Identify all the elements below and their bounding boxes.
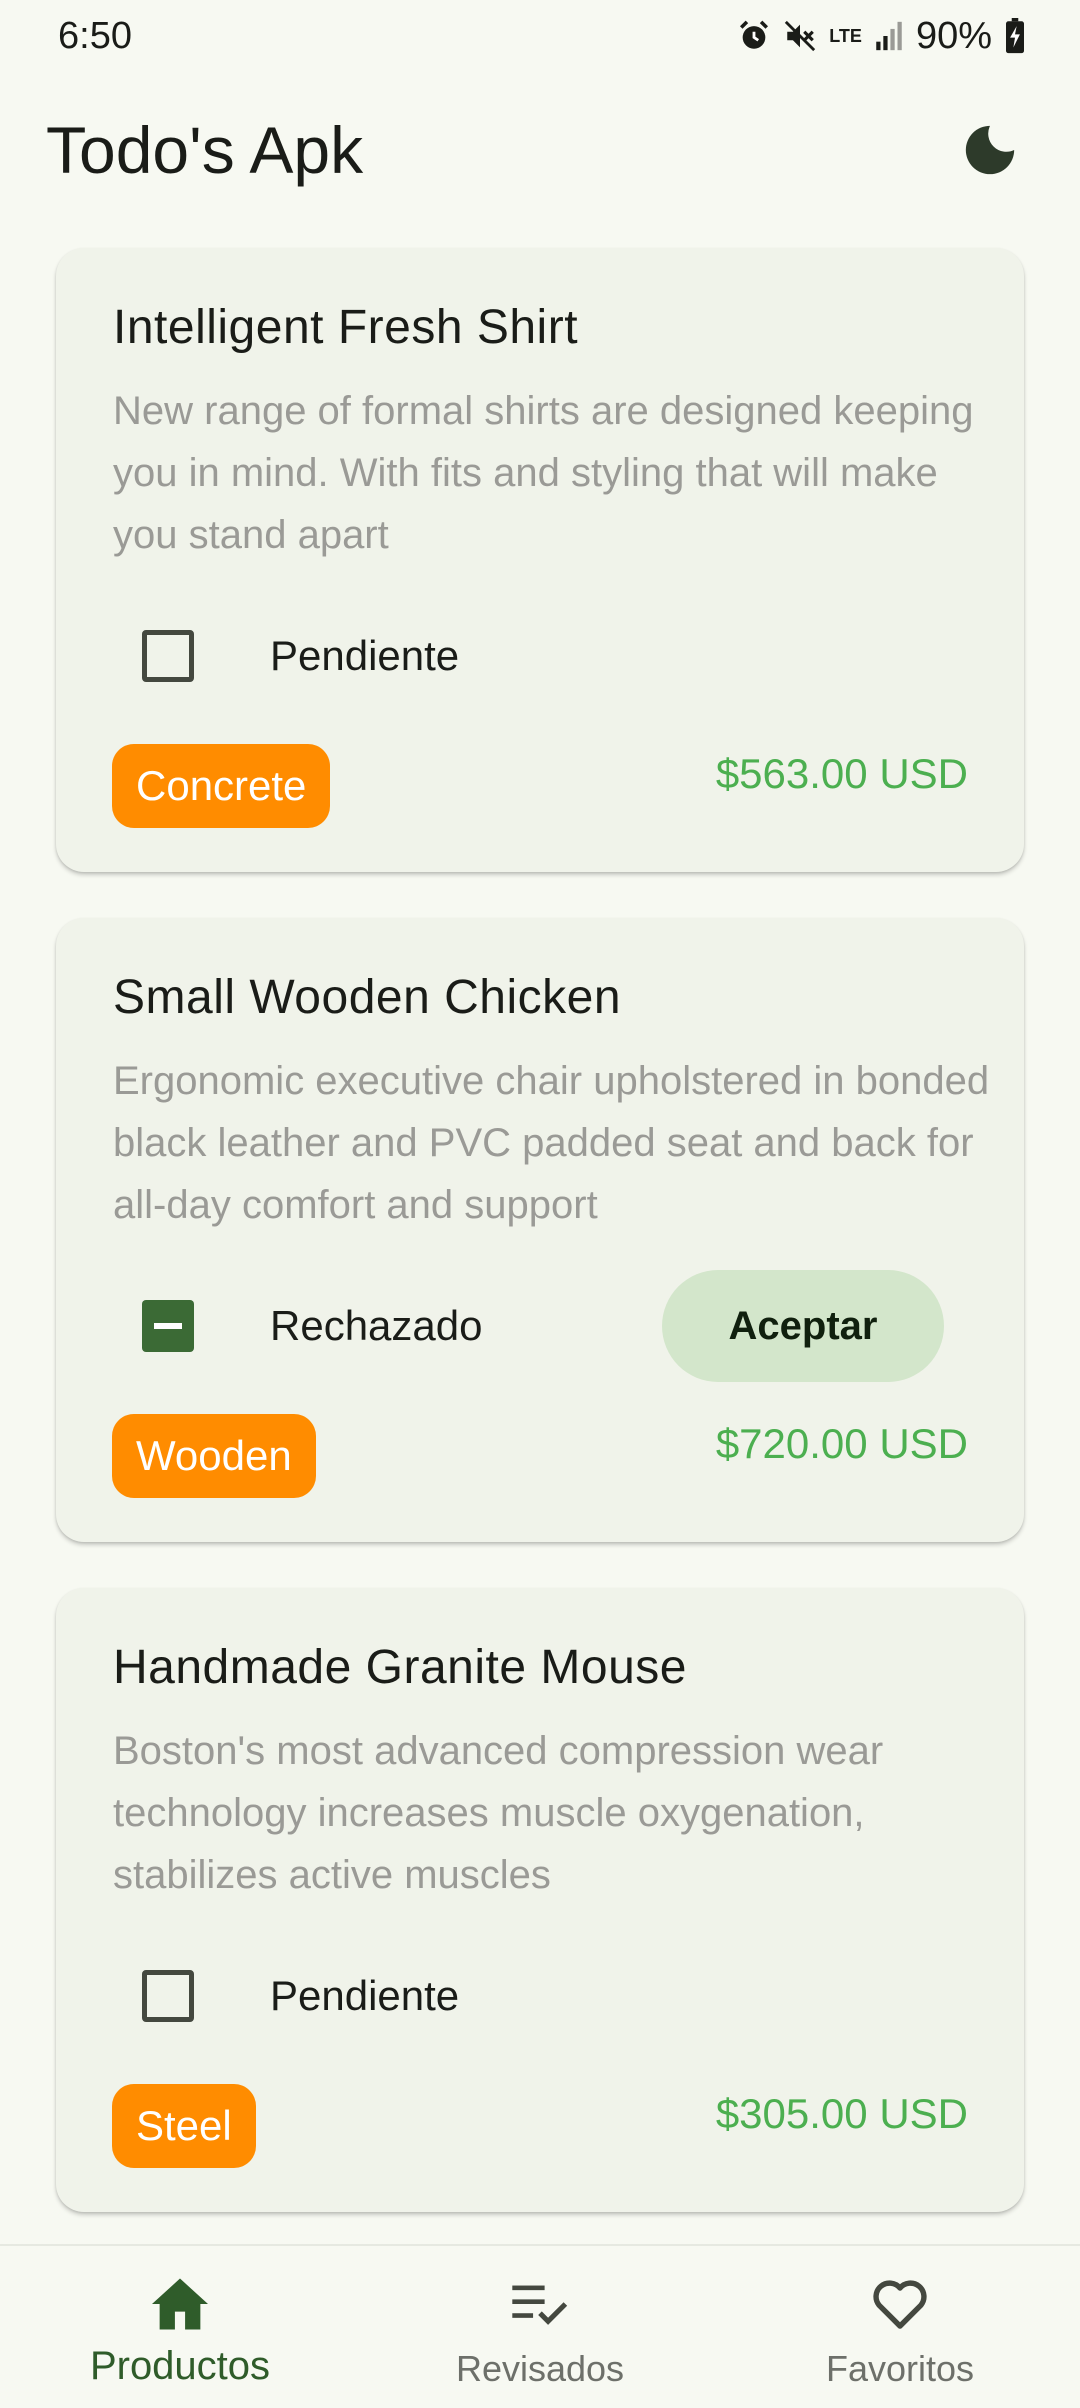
alarm-icon [737,16,771,56]
status-label: Pendiente [270,632,460,679]
material-chip: Steel [112,2084,256,2168]
status-checkbox[interactable] [142,1970,194,2022]
nav-label: Favoritos [825,2348,975,2389]
product-price: $720.00 USD [715,1420,968,1467]
bottom-navigation: Productos Revisados Favoritos [0,2244,1080,2408]
product-price: $305.00 USD [715,2090,968,2137]
mute-icon [783,16,817,56]
heart-icon [868,2272,932,2336]
app-title: Todo's Apk [46,113,364,187]
status-checkbox[interactable] [142,630,194,682]
accept-button[interactable]: Aceptar [662,1270,944,1382]
theme-toggle-button[interactable] [946,106,1034,194]
status-time: 6:50 [58,14,132,57]
product-description: Boston's most advanced compression wear … [113,1729,884,1897]
material-chip: Wooden [112,1414,316,1498]
nav-label: Revisados [455,2348,625,2389]
product-description: Ergonomic executive chair upholstered in… [113,1059,990,1227]
battery-icon [1004,16,1026,56]
product-description: New range of formal shirts are designed … [113,389,974,557]
battery-percent: 90% [915,14,992,57]
product-price: $563.00 USD [715,750,968,797]
product-title: Intelligent Fresh Shirt [113,301,579,354]
checklist-icon [508,2272,572,2336]
home-icon [148,2272,212,2336]
product-card[interactable]: Handmade Granite Mouse Boston's most adv… [56,1588,1024,2212]
nav-item-favoritos[interactable]: Favoritos [720,2246,1080,2408]
product-card[interactable]: Small Wooden Chicken Ergonomic executive… [56,918,1024,1542]
nav-item-revisados[interactable]: Revisados [360,2246,720,2408]
nav-item-productos[interactable]: Productos [0,2246,360,2408]
product-card[interactable]: Intelligent Fresh Shirt New range of for… [56,248,1024,872]
status-checkbox[interactable] [142,1300,194,1352]
status-icons: LTE 90% [737,15,1026,58]
product-title: Handmade Granite Mouse [113,1641,687,1694]
app-bar: Todo's Apk [0,90,1080,210]
status-row: Rechazado Aceptar [56,1270,1024,1382]
product-list: Intelligent Fresh Shirt New range of for… [56,248,1024,2258]
lte-icon: LTE [829,16,862,56]
status-row: Pendiente [56,1940,1024,2052]
lte-label: LTE [829,26,862,46]
status-row: Pendiente [56,600,1024,712]
status-label: Pendiente [270,1972,460,2019]
product-title: Small Wooden Chicken [113,971,622,1024]
status-label: Rechazado [270,1302,483,1349]
moon-icon [965,125,1015,175]
signal-icon [874,16,904,56]
status-bar: 6:50 LTE 90% [0,0,1080,72]
nav-label: Productos [89,2344,271,2388]
material-chip: Concrete [112,744,331,828]
